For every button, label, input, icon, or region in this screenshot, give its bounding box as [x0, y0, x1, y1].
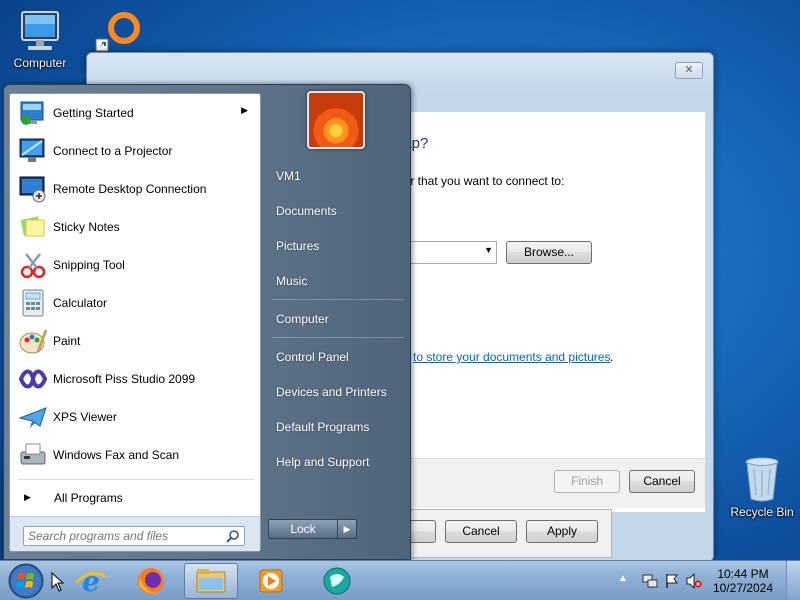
menu-item-help-support[interactable]: Help and Support	[272, 447, 404, 477]
menu-item-music[interactable]: Music	[272, 266, 404, 296]
desktop-icon-label: Recycle Bin	[730, 505, 794, 519]
show-desktop-button[interactable]	[786, 561, 800, 600]
calculator-icon	[18, 288, 48, 318]
volume-muted-icon[interactable]	[686, 572, 702, 590]
program-getting-started[interactable]: Getting Started ▶	[12, 95, 258, 131]
windows-explorer-icon[interactable]	[184, 563, 238, 599]
browse-button[interactable]: Browse...	[506, 241, 592, 264]
sticky-notes-icon	[18, 212, 48, 242]
store-documents-link[interactable]: to store your documents and pictures	[413, 350, 610, 364]
shortcut-app-icon[interactable]	[94, 8, 142, 54]
menu-item-pictures[interactable]: Pictures	[272, 231, 404, 261]
firefox-icon[interactable]	[124, 563, 178, 599]
menu-item-devices-printers[interactable]: Devices and Printers	[272, 377, 404, 407]
program-label: XPS Viewer	[53, 410, 117, 424]
internet-explorer-icon[interactable]: e	[64, 563, 118, 599]
action-center-flag-icon[interactable]	[664, 573, 680, 589]
network-icon[interactable]	[642, 573, 658, 589]
menu-item-control-panel[interactable]: Control Panel	[272, 342, 404, 372]
program-label: Calculator	[53, 296, 108, 310]
chevron-down-icon: ▼	[484, 245, 493, 255]
program-fax-scan[interactable]: Windows Fax and Scan	[12, 437, 258, 473]
recycle-bin-icon	[742, 455, 782, 503]
desktop-icon-recycle-bin[interactable]: Recycle Bin	[724, 455, 800, 519]
fax-scan-icon	[18, 440, 48, 470]
finish-button[interactable]: Finish	[554, 470, 620, 493]
visual-studio-icon	[18, 364, 48, 394]
program-label: Microsoft Piss Studio 2099	[53, 372, 196, 386]
program-label: Remote Desktop Connection	[53, 182, 207, 196]
computer-icon	[18, 8, 62, 54]
program-label: Windows Fax and Scan	[53, 448, 180, 462]
xps-viewer-icon	[18, 402, 48, 432]
apply-button[interactable]: Apply	[526, 520, 598, 543]
program-visual-studio[interactable]: Microsoft Piss Studio 2099	[12, 361, 258, 397]
separator	[272, 299, 404, 300]
program-xps-viewer[interactable]: XPS Viewer	[12, 399, 258, 435]
program-label: Paint	[53, 334, 81, 348]
paint-icon	[18, 326, 48, 356]
system-tray: ▲ 10:44 PM 10/27/2024	[610, 561, 800, 600]
all-programs-label: All Programs	[54, 491, 123, 505]
properties-dialog-footer: Cancel Apply	[400, 509, 612, 558]
all-programs-button[interactable]: ▶ All Programs	[12, 485, 258, 511]
program-remote-desktop[interactable]: Remote Desktop Connection	[12, 171, 258, 207]
lock-button[interactable]: Lock	[268, 519, 338, 539]
program-label: Snipping Tool	[53, 258, 125, 272]
media-player-icon[interactable]	[244, 563, 298, 599]
search-box[interactable]	[23, 526, 245, 546]
dialog2-cancel-button[interactable]: Cancel	[445, 520, 517, 543]
clock-date: 10/27/2024	[712, 581, 774, 595]
menu-item-documents[interactable]: Documents	[272, 196, 404, 226]
svg-text:e: e	[82, 565, 100, 598]
start-menu: Getting Started ▶ Connect to a Projector…	[3, 84, 411, 560]
clock-time: 10:44 PM	[717, 567, 769, 581]
program-snipping-tool[interactable]: Snipping Tool	[12, 247, 258, 283]
cancel-button[interactable]: Cancel	[629, 470, 695, 493]
program-connect-projector[interactable]: Connect to a Projector	[12, 133, 258, 169]
desktop-icon-label: Computer	[13, 56, 67, 70]
programs-pane: Getting Started ▶ Connect to a Projector…	[9, 93, 261, 552]
submenu-arrow-icon: ▶	[241, 105, 248, 115]
remote-desktop-icon	[18, 174, 48, 204]
program-paint[interactable]: Paint	[12, 323, 258, 359]
menu-item-default-programs[interactable]: Default Programs	[272, 412, 404, 442]
close-button[interactable]: ✕	[675, 62, 703, 79]
menu-item-user[interactable]: VM1	[272, 161, 404, 191]
program-label: Sticky Notes	[53, 220, 120, 234]
separator	[18, 479, 254, 480]
separator	[272, 337, 404, 338]
triangle-right-icon: ▶	[24, 492, 31, 502]
menu-item-computer[interactable]: Computer	[272, 304, 404, 334]
link-suffix: .	[610, 350, 614, 364]
search-input[interactable]	[28, 528, 218, 544]
getting-started-icon	[18, 98, 48, 128]
taskbar: e ▲ 10:44 PM 10/27/2024	[0, 560, 800, 600]
app-icon[interactable]	[310, 563, 364, 599]
mouse-cursor-icon	[51, 571, 65, 595]
start-orb-icon[interactable]	[6, 562, 46, 600]
program-calculator[interactable]: Calculator	[12, 285, 258, 321]
projector-icon	[18, 136, 48, 166]
program-sticky-notes[interactable]: Sticky Notes	[12, 209, 258, 245]
shutdown-options-arrow[interactable]: ▶	[337, 519, 357, 539]
folder-instruction: der that you want to connect to:	[397, 174, 565, 188]
program-label: Connect to a Projector	[53, 144, 173, 158]
search-area	[10, 516, 260, 551]
program-label: Getting Started	[53, 106, 134, 120]
desktop-icon-computer[interactable]: Computer	[3, 8, 77, 70]
search-icon[interactable]	[226, 529, 240, 543]
snipping-tool-icon	[18, 250, 48, 280]
user-picture[interactable]	[307, 91, 365, 149]
show-hidden-icons-icon[interactable]: ▲	[618, 573, 634, 589]
clock[interactable]: 10:44 PM 10/27/2024	[708, 567, 778, 595]
